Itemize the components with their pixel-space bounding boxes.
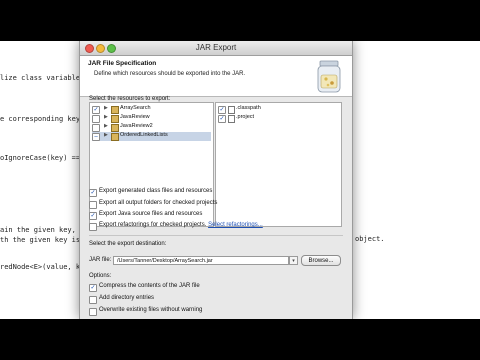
file-label: .classpath	[236, 105, 261, 111]
option-directory-entries[interactable]: Add directory entries	[89, 295, 339, 304]
jar-file-label: JAR file:	[89, 257, 112, 263]
expand-triangle-icon[interactable]: ▶	[104, 123, 108, 129]
separator	[89, 235, 343, 236]
checkbox-export-refactorings[interactable]	[89, 223, 97, 231]
checkbox-overwrite[interactable]	[89, 308, 97, 316]
expand-triangle-icon[interactable]: ▶	[104, 132, 108, 138]
checkbox-project[interactable]: ✓	[218, 115, 226, 123]
tree-label: OrderedLinkedLists	[120, 132, 168, 138]
option-export-generated-class[interactable]: ✓ Export generated class files and resou…	[89, 188, 339, 197]
option-label: Overwrite existing files without warning	[99, 307, 203, 313]
letterbox-top	[0, 0, 480, 41]
code-line-right: object.	[355, 235, 385, 243]
option-compress[interactable]: ✓ Compress the contents of the JAR file	[89, 283, 339, 292]
expand-triangle-icon[interactable]: ▶	[104, 105, 108, 111]
option-label: Compress the contents of the JAR file	[99, 283, 200, 289]
jar-file-dropdown-button[interactable]: ▾	[289, 256, 298, 265]
option-export-refactorings[interactable]: Export refactorings for checked projects…	[89, 222, 339, 231]
options-label: Options:	[89, 273, 112, 279]
checkbox-export-java-source[interactable]: ✓	[89, 212, 97, 220]
jar-file-input[interactable]: /Users/Tanner/Desktop/ArraySearch.jar	[113, 256, 289, 265]
wizard-header: JAR File Specification Define which reso…	[80, 56, 352, 97]
project-folder-icon	[111, 115, 119, 123]
option-label: Add directory entries	[99, 295, 155, 301]
wizard-page-description: Define which resources should be exporte…	[94, 71, 246, 77]
checkbox-javareview[interactable]	[92, 115, 100, 123]
project-folder-icon	[111, 124, 119, 132]
checkbox-export-generated-class[interactable]: ✓	[89, 189, 97, 197]
checkbox-orderedlinkedlists[interactable]: –	[92, 133, 100, 141]
option-export-output-folders[interactable]: Export all output folders for checked pr…	[89, 200, 339, 209]
tree-row-arraysearch[interactable]: ✓ ▶ ArraySearch	[92, 105, 211, 114]
file-label: .project	[236, 114, 255, 120]
jar-icon	[317, 60, 341, 93]
checkbox-export-output-folders[interactable]	[89, 201, 97, 209]
project-folder-icon	[111, 133, 119, 141]
tree-label: JavaReview	[120, 114, 150, 120]
option-label: Export refactorings for checked projects…	[99, 222, 263, 228]
file-row-classpath[interactable]: ✓ .classpath	[218, 105, 339, 114]
refactorings-label: Export refactorings for checked projects…	[99, 222, 207, 228]
browse-button[interactable]: Browse...	[301, 255, 341, 266]
title-bar[interactable]: JAR Export	[80, 41, 352, 56]
window-title: JAR Export	[195, 43, 237, 52]
project-folder-icon	[111, 106, 119, 114]
checkbox-directory-entries[interactable]	[89, 296, 97, 304]
letterbox-bottom	[0, 319, 480, 360]
file-row-project[interactable]: ✓ .project	[218, 114, 339, 123]
checkbox-compress[interactable]: ✓	[89, 284, 97, 292]
tree-label: JavaReview2	[120, 123, 153, 129]
tree-row-javareview[interactable]: ▶ JavaReview	[92, 114, 211, 123]
destination-label: Select the export destination:	[89, 241, 167, 247]
option-overwrite[interactable]: Overwrite existing files without warning	[89, 307, 339, 316]
checkbox-classpath[interactable]: ✓	[218, 106, 226, 114]
tree-row-javareview2[interactable]: ▶ JavaReview2	[92, 123, 211, 132]
jar-export-dialog: JAR Export JAR File Specification Define…	[79, 41, 353, 319]
file-icon	[228, 106, 235, 114]
checkbox-javareview2[interactable]	[92, 124, 100, 132]
wizard-page-title: JAR File Specification	[88, 60, 157, 67]
option-label: Export all output folders for checked pr…	[99, 200, 218, 206]
option-label: Export Java source files and resources	[99, 211, 203, 217]
checkbox-arraysearch[interactable]: ✓	[92, 106, 100, 114]
file-icon	[228, 115, 235, 123]
tree-label: ArraySearch	[120, 105, 151, 111]
code-line: lize class variables	[0, 74, 85, 82]
tree-row-orderedlinkedlists[interactable]: – ▶ OrderedLinkedLists	[92, 132, 211, 141]
option-export-java-source[interactable]: ✓ Export Java source files and resources	[89, 211, 339, 220]
option-label: Export generated class files and resourc…	[99, 188, 213, 194]
expand-triangle-icon[interactable]: ▶	[104, 114, 108, 120]
select-refactorings-link[interactable]: Select refactorings...	[208, 222, 263, 228]
